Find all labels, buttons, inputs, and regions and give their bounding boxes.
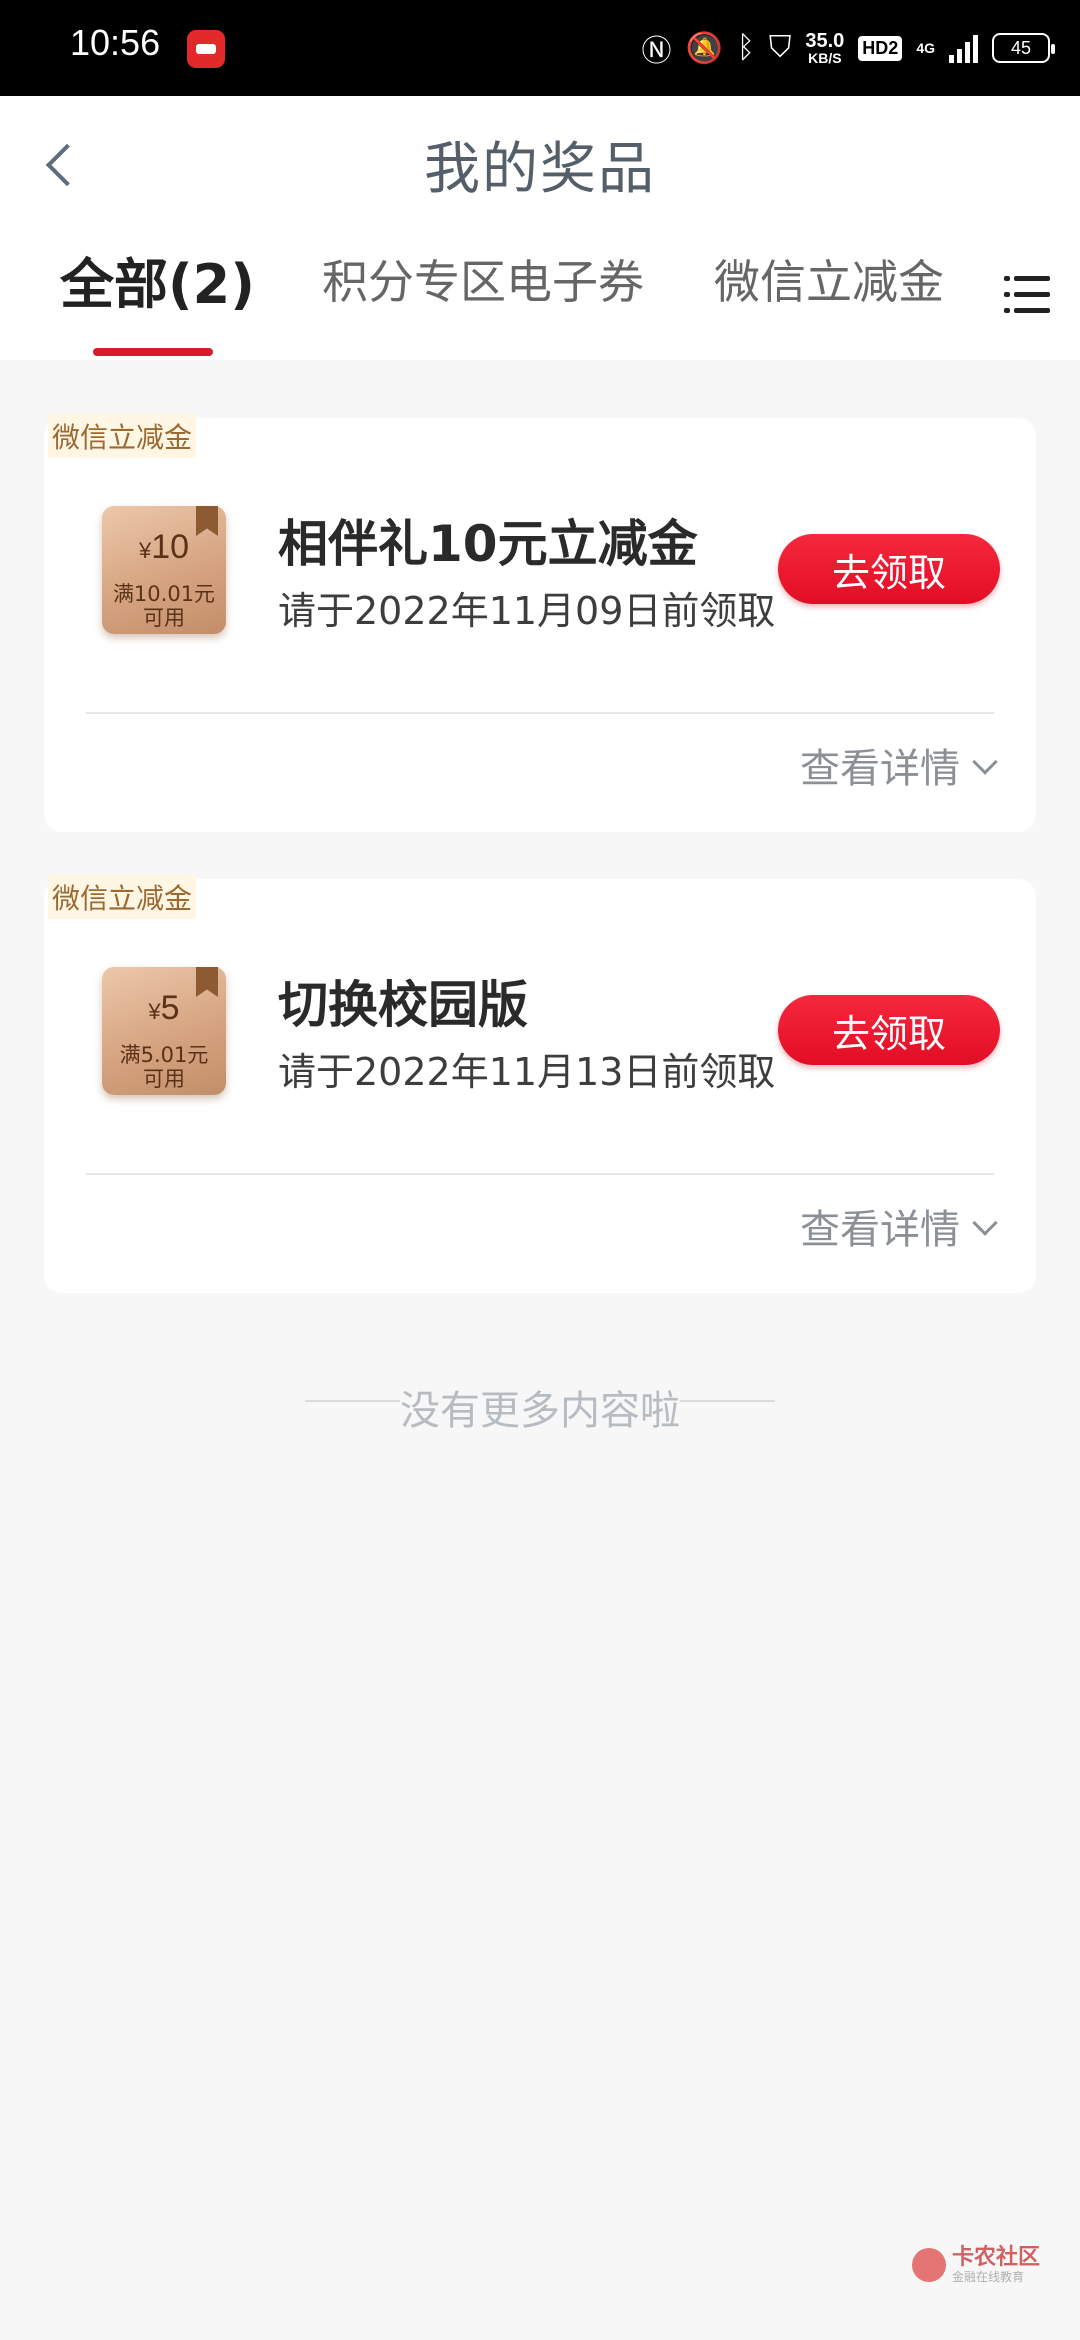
coupon-icon: ¥10 满10.01元 可用 — [102, 506, 226, 634]
end-of-list-text: 没有更多内容啦 — [400, 1388, 680, 1434]
tab-wechat-discount[interactable]: 微信立减金 — [714, 246, 944, 312]
view-details-label: 查看详情 — [800, 746, 960, 792]
tab-bar: 全部(2) 积分专区电子券 微信立减金 — [0, 246, 1080, 356]
bluetooth-icon: ᛒ — [736, 31, 755, 64]
view-details-label: 查看详情 — [800, 1207, 960, 1253]
claim-button[interactable]: 去领取 — [778, 995, 1000, 1065]
coupon-amount: ¥5 — [148, 989, 180, 1027]
network-speed: 35.0 KB/S — [805, 31, 844, 65]
page-title: 我的奖品 — [424, 137, 656, 202]
prize-deadline: 请于2022年11月09日前领取 — [278, 589, 776, 633]
view-details-link[interactable]: 查看详情 — [800, 1197, 998, 1255]
hd-icon: HD2 — [858, 35, 903, 61]
status-icons: Ⓝ 🔕 ᛒ ⛉ 35.0 KB/S HD2 4G 45 — [641, 24, 1055, 72]
coupon-icon: ¥5 满5.01元 可用 — [102, 967, 226, 1095]
prize-name: 切换校园版 — [278, 976, 528, 1034]
prize-type-tag: 微信立减金 — [48, 875, 197, 919]
coupon-amount: ¥10 — [138, 528, 190, 566]
battery-level: 45 — [1010, 37, 1032, 58]
battery-icon: 45 — [992, 33, 1055, 63]
status-time: 10:56 — [70, 22, 161, 63]
speed-unit: KB/S — [808, 50, 842, 66]
app-notification-icon — [187, 30, 225, 68]
network-type: 4G — [916, 40, 935, 56]
watermark-subtitle: 金融在线教育 — [951, 2270, 1024, 2284]
chevron-down-icon — [972, 749, 998, 775]
divider — [86, 712, 994, 714]
status-bar: 10:56 Ⓝ 🔕 ᛒ ⛉ 35.0 KB/S HD2 4G 45 — [0, 0, 1080, 96]
speed-value: 35.0 — [805, 30, 845, 52]
tab-all[interactable]: 全部(2) — [60, 240, 255, 319]
prize-type-tag: 微信立减金 — [48, 414, 197, 458]
watermark: 卡农社区 金融在线教育 — [911, 2245, 1040, 2284]
watermark-logo-icon — [911, 2248, 946, 2282]
prize-deadline: 请于2022年11月13日前领取 — [278, 1050, 776, 1094]
signal-icon — [949, 33, 978, 63]
divider-right — [680, 1400, 775, 1402]
tab-points-coupons[interactable]: 积分专区电子券 — [322, 246, 644, 312]
nfc-icon: Ⓝ — [641, 35, 672, 68]
prize-card: 微信立减金 ¥10 满10.01元 可用 相伴礼10元立减金 请于2022年11… — [44, 414, 1036, 832]
menu-icon[interactable] — [1004, 272, 1050, 318]
claim-button[interactable]: 去领取 — [778, 534, 1000, 604]
watermark-title: 卡农社区 — [951, 2245, 1040, 2270]
chevron-down-icon — [972, 1210, 998, 1236]
prize-name: 相伴礼10元立减金 — [278, 515, 698, 573]
coupon-condition: 满5.01元 可用 — [119, 1043, 209, 1091]
prize-card: 微信立减金 ¥5 满5.01元 可用 切换校园版 请于2022年11月13日前领… — [44, 875, 1036, 1293]
shield-icon: ⛉ — [768, 31, 792, 64]
coupon-condition: 满10.01元 可用 — [112, 582, 216, 630]
mute-icon: 🔕 — [685, 31, 723, 65]
page-header: 我的奖品 全部(2) 积分专区电子券 微信立减金 — [0, 96, 1080, 360]
divider — [86, 1173, 994, 1175]
tab-active-indicator — [93, 348, 213, 356]
view-details-link[interactable]: 查看详情 — [800, 736, 998, 794]
